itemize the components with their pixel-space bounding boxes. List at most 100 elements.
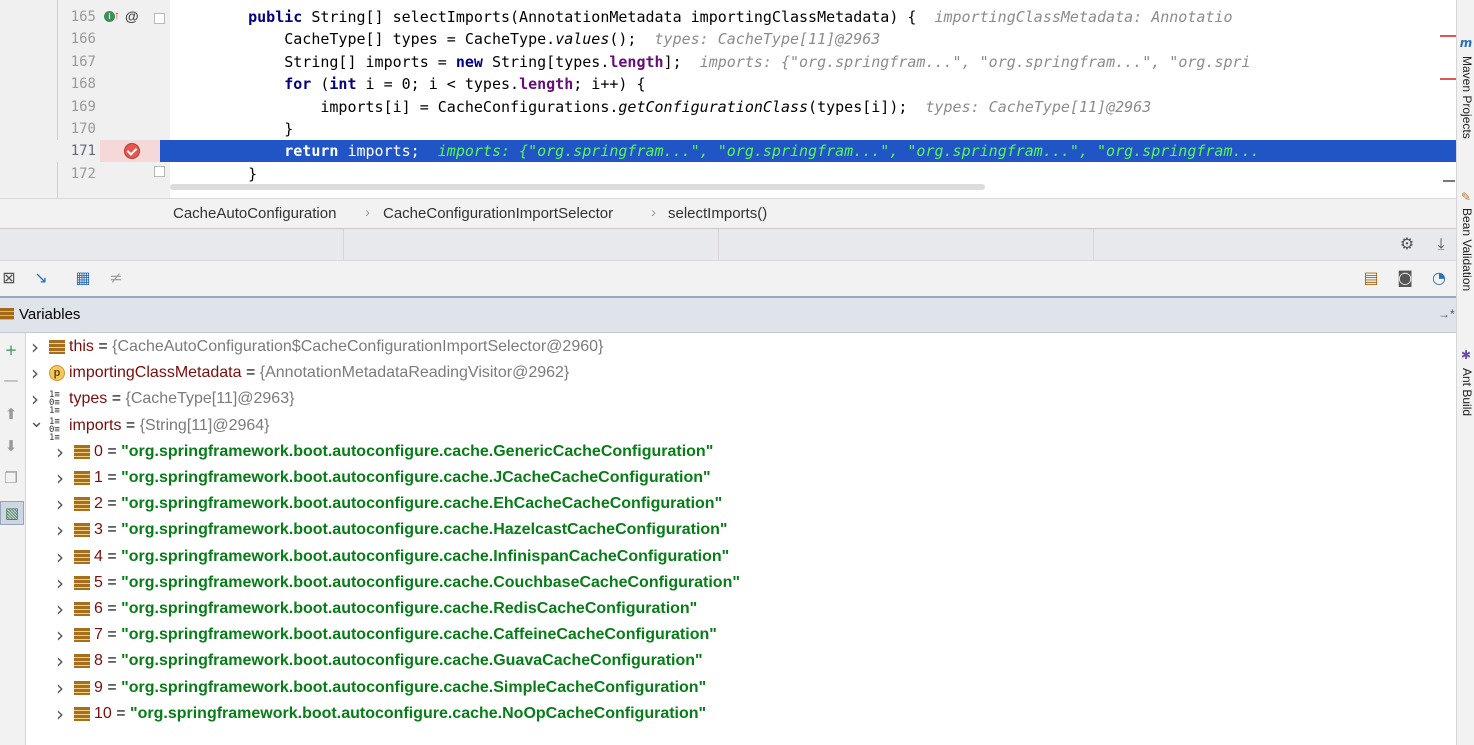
equals-sign: = xyxy=(241,364,260,382)
pin-icon[interactable]: →* xyxy=(1438,307,1455,321)
variable-name: this xyxy=(69,338,94,355)
code-token: values xyxy=(555,30,610,49)
annotation-icon[interactable]: @ xyxy=(125,8,139,24)
code-token: CacheType[] types = CacheType. xyxy=(284,30,556,49)
array-element-row[interactable]: › 7 = "org.springframework.boot.autoconfi… xyxy=(26,622,1456,648)
new-watch-icon[interactable]: + xyxy=(0,339,22,361)
code-text: for (int i = 0; i < types.length; i++) { xyxy=(212,75,645,94)
breadcrumb-class[interactable]: CacheAutoConfiguration xyxy=(173,205,336,222)
variable-text: 5 = "org.springframework.boot.autoconfig… xyxy=(94,570,740,596)
array-element-row[interactable]: › 9 = "org.springframework.boot.autoconfi… xyxy=(26,675,1456,701)
array-element-row[interactable]: › 5 = "org.springframework.boot.autoconfi… xyxy=(26,570,1456,596)
expand-chevron-icon[interactable]: › xyxy=(54,465,66,491)
evaluate-expression-icon[interactable]: ▦ xyxy=(74,269,92,287)
code-line[interactable]: 168 for (int i = 0; i < types.length; i+… xyxy=(0,73,1456,95)
editor-horizontal-scrollbar[interactable] xyxy=(170,184,985,190)
code-token: int xyxy=(329,75,366,94)
array-element-row[interactable]: › 2 = "org.springframework.boot.autoconfi… xyxy=(26,491,1456,517)
scrollbar-error-marker[interactable] xyxy=(1440,35,1456,37)
code-editor[interactable]: 165 public String[] selectImports(Annota… xyxy=(0,0,1456,198)
drop-frame-icon[interactable]: ⊠ xyxy=(0,269,18,287)
variable-name: 9 xyxy=(94,678,103,696)
variable-row[interactable]: › p importingClassMetadata = {AnnotationMe… xyxy=(26,360,1456,386)
expand-chevron-icon[interactable]: › xyxy=(54,544,66,570)
code-line[interactable]: 172 } xyxy=(0,163,1456,185)
expand-chevron-icon[interactable]: › xyxy=(54,622,66,648)
expand-chevron-icon[interactable]: › xyxy=(54,701,66,727)
view-settings-icon[interactable]: ◙ xyxy=(1396,269,1414,287)
object-icon xyxy=(74,549,90,564)
variable-text: 6 = "org.springframework.boot.autoconfig… xyxy=(94,596,697,622)
variable-row[interactable]: › this = {CacheAutoConfiguration$CacheCon… xyxy=(26,334,1456,360)
collapse-chevron-icon[interactable]: ⌄ xyxy=(29,409,44,435)
fold-icon[interactable] xyxy=(154,13,165,24)
array-element-row[interactable]: › 1 = "org.springframework.boot.autoconfi… xyxy=(26,465,1456,491)
ant-build-tab[interactable]: Ant Build xyxy=(1458,368,1474,416)
code-line[interactable]: 167 String[] imports = new String[types.… xyxy=(0,51,1456,73)
code-token: String[] selectImports(AnnotationMetadat… xyxy=(311,8,917,26)
expand-chevron-icon[interactable]: › xyxy=(29,334,41,360)
run-to-cursor-icon[interactable]: ↘ xyxy=(32,269,50,287)
expand-chevron-icon[interactable]: › xyxy=(54,648,66,674)
code-line[interactable]: 169 imports[i] = CacheConfigurations.get… xyxy=(0,96,1456,118)
equals-sign: = xyxy=(121,416,140,434)
gear-icon[interactable]: ⚙ xyxy=(1398,235,1416,253)
array-icon: 1≡ 0≡ 1≡ xyxy=(49,416,60,443)
code-line[interactable]: 166 CacheType[] types = CacheType.values… xyxy=(0,28,1456,50)
code-token: imports[i] = CacheConfigurations. xyxy=(320,97,619,116)
variable-name: importingClassMetadata xyxy=(69,364,242,382)
parameter-icon: p xyxy=(49,365,65,382)
array-element-row[interactable]: › 6 = "org.springframework.boot.autoconfi… xyxy=(26,596,1456,622)
array-element-row[interactable]: › 10 = "org.springframework.boot.autoconf… xyxy=(26,701,1456,727)
code-token: i = 0; i < types. xyxy=(365,75,520,94)
expand-chevron-icon[interactable]: › xyxy=(54,439,66,465)
expand-chevron-icon[interactable]: › xyxy=(29,360,41,386)
move-down-icon[interactable]: ⬇ xyxy=(0,435,22,457)
array-element-row[interactable]: › 4 = "org.springframework.boot.autoconfi… xyxy=(26,544,1456,570)
code-text: return imports; imports: {"org.springfra… xyxy=(212,142,1259,160)
show-watches-icon[interactable]: ▧ xyxy=(0,501,24,525)
code-line[interactable]: 170 } xyxy=(0,118,1456,140)
variable-row[interactable]: › 1≡ 0≡ 1≡ types = {CacheType[11]@2963} xyxy=(26,386,1456,416)
array-element-row[interactable]: › 8 = "org.springframework.boot.autoconfi… xyxy=(26,648,1456,674)
code-line-current[interactable]: 171 return imports; imports: {"org.sprin… xyxy=(0,140,1456,163)
header-divider xyxy=(718,229,719,261)
expand-chevron-icon[interactable]: › xyxy=(54,517,66,543)
code-line[interactable]: 165 public String[] selectImports(Annota… xyxy=(0,6,1456,28)
variable-value: "org.springframework.boot.autoconfigure.… xyxy=(121,495,723,513)
variable-name: 4 xyxy=(94,547,103,565)
variables-icon xyxy=(0,308,14,320)
move-up-icon[interactable]: ⬆ xyxy=(0,403,22,425)
hide-panel-icon[interactable]: ⤓ xyxy=(1432,235,1450,253)
fold-end-icon[interactable] xyxy=(154,165,165,177)
copy-watch-icon[interactable]: ❐ xyxy=(0,467,22,489)
equals-sign: = xyxy=(102,547,122,565)
object-icon xyxy=(74,444,90,459)
restore-layout-icon[interactable]: ▤ xyxy=(1362,269,1380,287)
maven-projects-tab[interactable]: Maven Projects xyxy=(1458,56,1474,139)
scrollbar-error-marker[interactable] xyxy=(1440,78,1456,80)
expand-chevron-icon[interactable]: › xyxy=(54,596,66,622)
performance-icon[interactable]: ◔ xyxy=(1430,269,1448,287)
overrides-arrow-icon[interactable]: ↑ xyxy=(114,8,120,22)
expand-chevron-icon[interactable]: › xyxy=(54,675,66,701)
code-token: (types[i]); xyxy=(808,97,908,116)
bean-validation-tab[interactable]: Bean Validation xyxy=(1458,208,1474,291)
breadcrumb-method[interactable]: selectImports() xyxy=(668,205,767,222)
expand-chevron-icon[interactable]: › xyxy=(54,491,66,517)
variables-tree[interactable]: › this = {CacheAutoConfiguration$CacheCon… xyxy=(26,333,1456,745)
expand-chevron-icon[interactable]: › xyxy=(54,570,66,596)
array-element-row[interactable]: › 3 = "org.springframework.boot.autoconfi… xyxy=(26,517,1456,543)
trace-stream-icon[interactable]: ≠ xyxy=(107,269,125,287)
variable-row[interactable]: ⌄ 1≡ 0≡ 1≡ imports = {String[11]@2964} xyxy=(26,411,1456,443)
object-icon xyxy=(74,628,90,643)
code-token: getConfigurationClass xyxy=(618,97,809,116)
breadcrumb-inner-class[interactable]: CacheConfigurationImportSelector xyxy=(383,205,613,222)
equals-sign: = xyxy=(111,704,131,722)
remove-watch-icon[interactable]: — xyxy=(0,369,22,391)
variable-value: "org.springframework.boot.autoconfigure.… xyxy=(121,652,703,670)
array-element-row[interactable]: › 0 = "org.springframework.boot.autoconfi… xyxy=(26,439,1456,465)
right-tool-strip: m Maven Projects ✎ Bean Validation ✱ Ant… xyxy=(1456,0,1474,745)
